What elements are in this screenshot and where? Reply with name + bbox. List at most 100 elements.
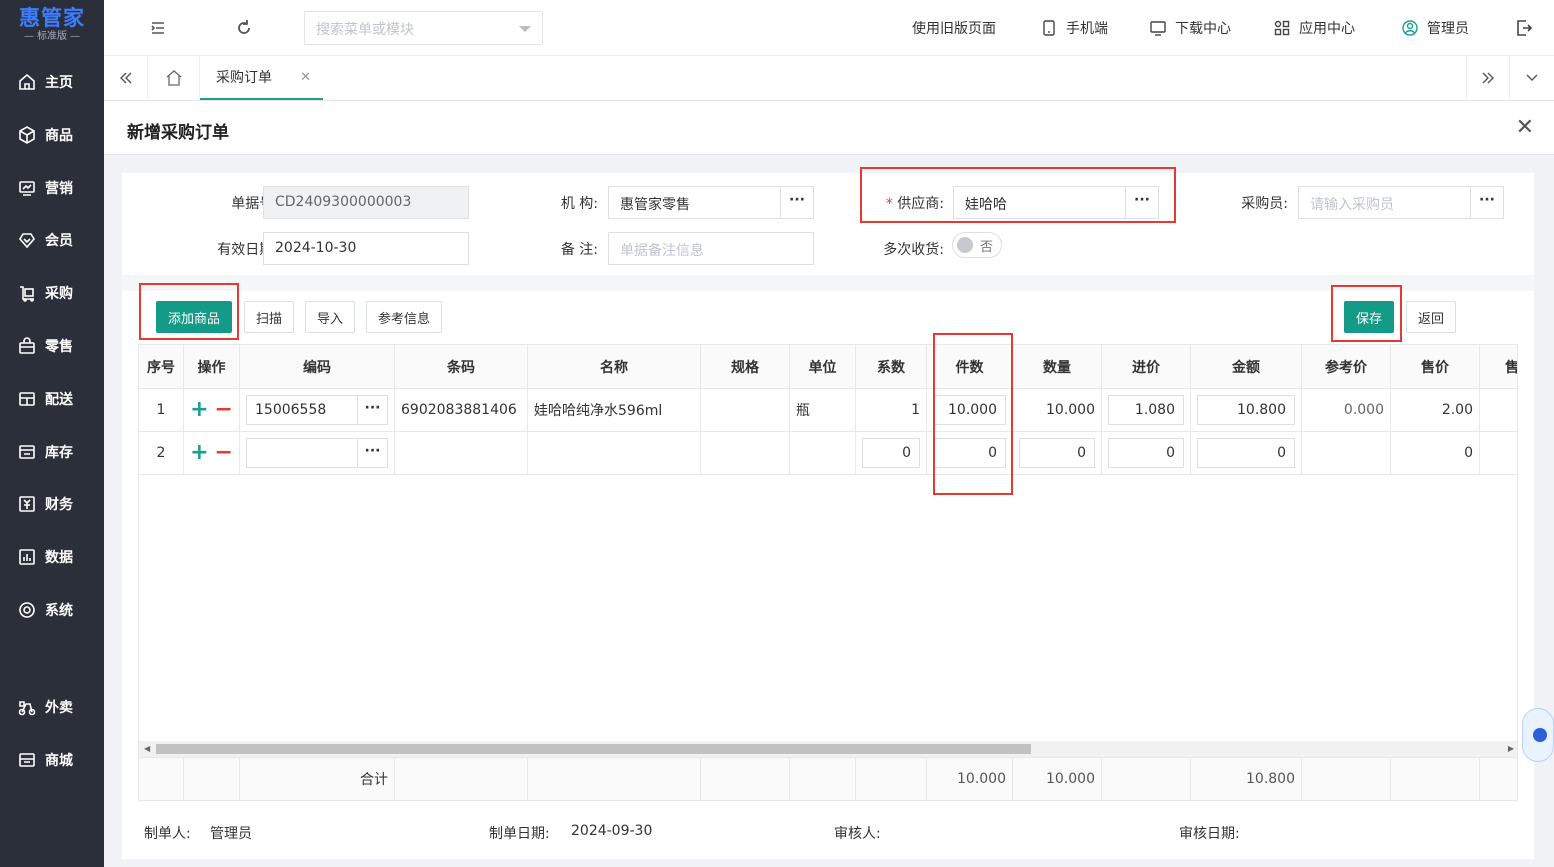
add-row-icon[interactable]: + xyxy=(190,442,208,464)
finance-icon xyxy=(19,496,35,512)
logout-icon[interactable] xyxy=(1514,18,1534,38)
spec-cell xyxy=(701,389,790,431)
edition-label: — 标准版 — xyxy=(23,31,81,42)
remark-label: 备 注: xyxy=(560,242,598,258)
sidebar-item-delivery[interactable]: 配送 xyxy=(0,379,104,419)
tab-scroll-right[interactable] xyxy=(1466,56,1510,100)
sidebar-item-label: 零售 xyxy=(45,339,73,355)
old-version-link[interactable]: 使用旧版页面 xyxy=(912,18,996,38)
horizontal-scrollbar[interactable]: ◀ ▶ xyxy=(139,741,1517,757)
supplier-value: 娃哈哈 xyxy=(965,197,1007,213)
back-button[interactable]: 返回 xyxy=(1406,301,1456,333)
remark-field[interactable]: 单据备注信息 xyxy=(608,232,814,265)
purchase-icon xyxy=(20,286,34,302)
more-icon[interactable]: ··· xyxy=(780,187,813,218)
sidebar-item-takeout[interactable]: 外卖 xyxy=(0,687,104,727)
total-amount: 10.800 xyxy=(1191,758,1302,800)
sidebar-item-goods[interactable]: 商品 xyxy=(0,115,104,155)
org-value: 惠管家零售 xyxy=(620,197,690,213)
save-button[interactable]: 保存 xyxy=(1344,301,1394,333)
total-empty xyxy=(790,758,856,800)
total-pieces: 10.000 xyxy=(927,758,1013,800)
assistant-float-button[interactable] xyxy=(1522,708,1554,762)
price-input[interactable]: 0 xyxy=(1108,438,1184,468)
buyer-field[interactable]: 请输入采购员 ··· xyxy=(1298,186,1504,219)
tab-scroll-left[interactable] xyxy=(104,56,148,100)
pieces-input[interactable]: 0 xyxy=(933,438,1006,468)
sidebar-item-data[interactable]: 数据 xyxy=(0,537,104,577)
menu-fold-icon[interactable] xyxy=(148,18,168,38)
close-icon[interactable]: ✕ xyxy=(300,70,311,85)
more-icon[interactable]: ··· xyxy=(357,439,387,467)
download-center-link[interactable]: 下载中心 xyxy=(1150,18,1231,38)
more-icon[interactable]: ··· xyxy=(357,396,387,424)
code-input[interactable]: 15006558 ··· xyxy=(246,395,388,425)
add-row-icon[interactable]: + xyxy=(190,399,208,421)
barcode-cell xyxy=(395,432,528,474)
mobile-label: 手机端 xyxy=(1066,21,1108,37)
add-goods-button[interactable]: 添加商品 xyxy=(156,301,232,333)
sidebar-item-mall[interactable]: 商城 xyxy=(0,740,104,780)
inventory-icon xyxy=(19,445,35,459)
app-center-link[interactable]: 应用中心 xyxy=(1274,18,1355,38)
tab-menu[interactable] xyxy=(1510,56,1554,100)
refresh-icon[interactable] xyxy=(234,18,254,38)
scroll-right-icon[interactable]: ▶ xyxy=(1508,744,1514,753)
tab-purchase-order[interactable]: 采购订单 ✕ xyxy=(200,56,323,100)
scrollbar-thumb[interactable] xyxy=(156,744,1031,754)
sidebar-item-purchase[interactable]: 采购 xyxy=(0,273,104,313)
marketing-icon xyxy=(19,181,35,196)
code-cell: 15006558 ··· xyxy=(240,389,395,431)
coef-input[interactable]: 0 xyxy=(862,438,920,468)
form-footer: 制单人: 管理员 制单日期: 2024-09-30 审核人: 审核日期: xyxy=(122,823,1534,863)
more-icon[interactable]: ··· xyxy=(1125,187,1158,218)
tab-home[interactable] xyxy=(148,56,200,100)
qty-input[interactable]: 0 xyxy=(1019,438,1095,468)
price-input[interactable]: 1.080 xyxy=(1108,395,1184,425)
takeout-icon xyxy=(18,701,36,716)
scan-button[interactable]: 扫描 xyxy=(244,301,294,333)
mobile-link[interactable]: 手机端 xyxy=(1041,18,1108,38)
amount-input[interactable]: 10.800 xyxy=(1197,395,1295,425)
code-input[interactable]: ··· xyxy=(246,438,388,468)
pieces-cell: 10.000 xyxy=(927,389,1013,431)
coef-cell: 1 xyxy=(856,389,927,431)
sidebar-item-label: 系统 xyxy=(45,603,73,619)
mall-icon xyxy=(19,753,35,767)
more-icon[interactable]: ··· xyxy=(1470,187,1503,218)
qty-cell: 10.000 xyxy=(1013,389,1102,431)
close-icon[interactable]: ✕ xyxy=(1516,115,1534,140)
sidebar-item-retail[interactable]: 零售 xyxy=(0,326,104,366)
pieces-input[interactable]: 10.000 xyxy=(933,395,1006,425)
amount-input[interactable]: 0 xyxy=(1197,438,1295,468)
multi-receive-toggle[interactable]: 否 xyxy=(952,232,1002,258)
remove-row-icon[interactable]: − xyxy=(215,442,233,464)
sidebar-item-home[interactable]: 主页 xyxy=(0,62,104,102)
sidebar-item-marketing[interactable]: 营销 xyxy=(0,168,104,208)
row-number: 1 xyxy=(139,389,184,431)
goods-table: 序号 操作 编码 条码 名称 规格 单位 系数 件数 数量 进价 金额 参考价 … xyxy=(138,344,1518,801)
reference-info-button[interactable]: 参考信息 xyxy=(366,301,442,333)
org-field[interactable]: 惠管家零售 ··· xyxy=(608,186,814,219)
total-empty xyxy=(528,758,701,800)
valid-date-field[interactable]: 2024-10-30 xyxy=(263,232,469,265)
amount-cell: 0 xyxy=(1191,432,1302,474)
user-menu[interactable]: 管理员 xyxy=(1402,18,1469,38)
supplier-field[interactable]: 娃哈哈 ··· xyxy=(953,186,1159,219)
sidebar-item-member[interactable]: 会员 xyxy=(0,220,104,260)
col-header: 数量 xyxy=(1013,345,1102,388)
sidebar-item-finance[interactable]: 财务 xyxy=(0,484,104,524)
sidebar-item-inventory[interactable]: 库存 xyxy=(0,432,104,472)
sidebar-item-label: 商品 xyxy=(45,128,73,144)
tab-label: 采购订单 xyxy=(216,70,272,86)
scroll-left-icon[interactable]: ◀ xyxy=(144,744,150,753)
code-cell: ··· xyxy=(240,432,395,474)
col-header: 售价 xyxy=(1391,345,1480,388)
page-title: 新增采购订单 xyxy=(127,123,229,143)
org-label: 机 构: xyxy=(560,196,598,212)
search-input[interactable]: 搜索菜单或模块 xyxy=(304,11,543,45)
import-button[interactable]: 导入 xyxy=(305,301,355,333)
name-cell xyxy=(528,432,701,474)
sidebar-item-system[interactable]: 系统 xyxy=(0,590,104,630)
remove-row-icon[interactable]: − xyxy=(215,399,233,421)
